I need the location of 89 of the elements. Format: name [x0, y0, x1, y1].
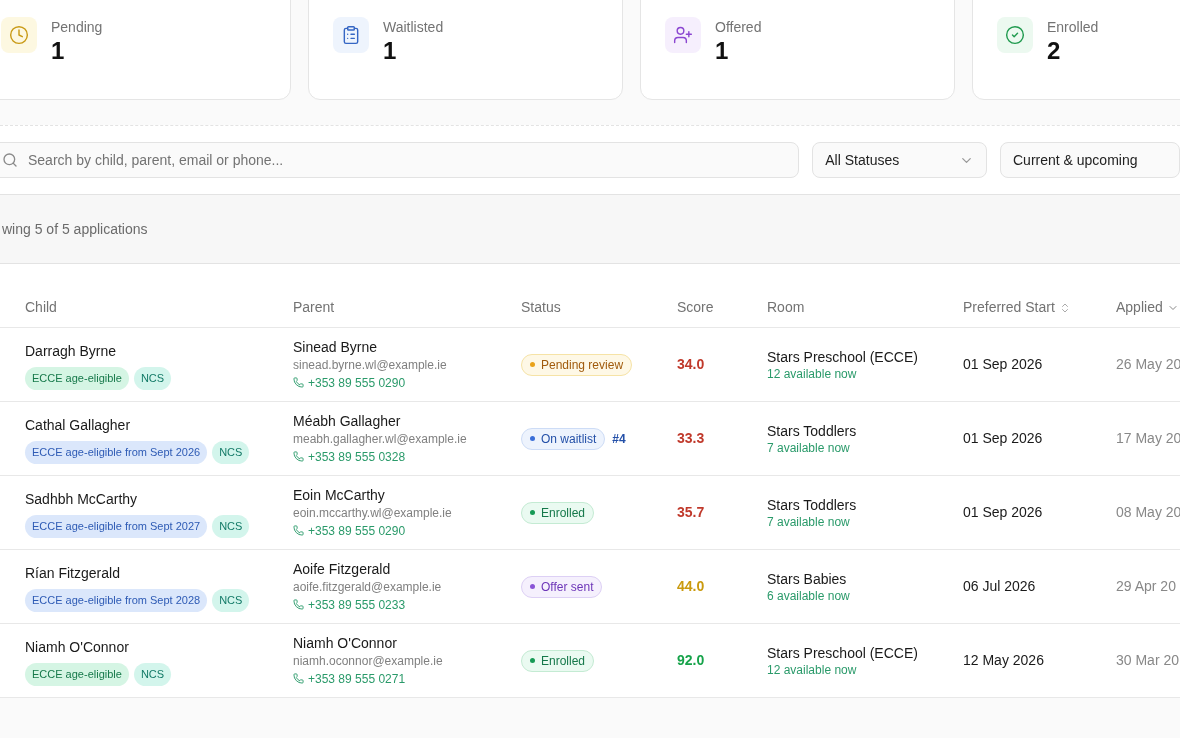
- user-plus-icon: [665, 17, 701, 53]
- score: 34.0: [677, 355, 706, 374]
- applied-date: 29 Apr 20: [1116, 577, 1177, 596]
- room-name: Stars Toddlers: [767, 421, 858, 440]
- parent-name: Niamh O'Connor: [293, 633, 398, 652]
- tag: ECCE age-eligible from Sept 2026: [25, 441, 208, 464]
- status-badge: Enrolled: [521, 649, 595, 672]
- parent-name: Méabh Gallagher: [293, 411, 402, 430]
- room-name: Stars Preschool (ECCE): [767, 347, 919, 366]
- phone-icon: [293, 451, 304, 462]
- status-badge: On waitlist: [521, 427, 606, 450]
- stat-label: Enrolled: [1047, 18, 1099, 37]
- status-select[interactable]: All Statuses: [812, 142, 987, 178]
- parent-name: Eoin McCarthy: [293, 485, 386, 504]
- column-header: Child: [25, 298, 57, 317]
- parent-phone[interactable]: +353 89 555 0290: [308, 521, 406, 540]
- search-field[interactable]: Search by child, parent, email or phone...: [0, 142, 800, 178]
- room-availability: 6 available now: [767, 587, 851, 604]
- parent-email: niamh.oconnor@example.ie: [293, 652, 444, 670]
- start-date: 12 May 2026: [963, 651, 1045, 670]
- parent-email: sinead.byrne.wl@example.ie: [293, 356, 448, 374]
- column-header: Score: [677, 298, 714, 317]
- parent-phone[interactable]: +353 89 555 0328: [308, 447, 406, 466]
- clock-icon: [1, 17, 37, 53]
- parent-name: Aoife Fitzgerald: [293, 559, 392, 578]
- child-name: Niamh O'Connor: [25, 638, 130, 658]
- results-count: wing 5 of 5 applications: [2, 219, 148, 239]
- room-name: Stars Preschool (ECCE): [767, 643, 919, 662]
- child-name: Rían Fitzgerald: [25, 564, 121, 584]
- start-date: 06 Jul 2026: [963, 577, 1037, 596]
- tag: ECCE age-eligible: [25, 367, 129, 390]
- column-header: Room: [767, 298, 805, 317]
- column-header: Status: [521, 298, 561, 317]
- room-name: Stars Toddlers: [767, 495, 858, 514]
- tag: ECCE age-eligible: [25, 663, 129, 686]
- stat-label: Pending: [51, 18, 103, 37]
- child-name: Darragh Byrne: [25, 342, 118, 362]
- tag: NCS: [133, 663, 172, 686]
- phone-icon: [293, 673, 304, 684]
- clipboard-icon: [333, 17, 369, 53]
- parent-name: Sinead Byrne: [293, 337, 379, 356]
- parent-phone[interactable]: +353 89 555 0233: [308, 595, 406, 614]
- score: 33.3: [677, 429, 706, 448]
- room-availability: 7 available now: [767, 439, 851, 456]
- start-date: 01 Sep 2026: [963, 429, 1044, 448]
- tag: ECCE age-eligible from Sept 2028: [25, 589, 208, 612]
- applied-date: 26 May 20: [1116, 355, 1180, 374]
- phone-icon: [293, 525, 304, 536]
- status-badge: Pending review: [521, 353, 633, 376]
- room-availability: 12 available now: [767, 661, 858, 678]
- child-name: Cathal Gallagher: [25, 416, 132, 436]
- score: 44.0: [677, 577, 706, 596]
- phone-icon: [293, 599, 304, 610]
- waitlist-position: #4: [612, 430, 626, 448]
- start-date: 01 Sep 2026: [963, 355, 1044, 374]
- phone-icon: [293, 377, 304, 388]
- stat-value: 1: [715, 37, 730, 65]
- child-name: Sadhbh McCarthy: [25, 490, 139, 510]
- score: 92.0: [677, 651, 706, 670]
- start-date: 01 Sep 2026: [963, 503, 1044, 522]
- column-header: Parent: [293, 298, 335, 317]
- applied-date: 08 May 20: [1116, 503, 1180, 522]
- parent-phone[interactable]: +353 89 555 0271: [308, 669, 406, 688]
- stat-label: Waitlisted: [383, 18, 444, 37]
- applied-date: 17 May 20: [1116, 429, 1180, 448]
- tag: ECCE age-eligible from Sept 2027: [25, 515, 208, 538]
- score: 35.7: [677, 503, 706, 522]
- tag: NCS: [212, 515, 250, 538]
- column-header[interactable]: Applied: [1116, 297, 1163, 318]
- stat-value: 1: [383, 37, 398, 65]
- status-badge: Offer sent: [521, 575, 603, 598]
- tag: NCS: [212, 441, 250, 464]
- stat-value: 1: [51, 37, 66, 65]
- stat-label: Offered: [715, 18, 762, 37]
- column-header[interactable]: Preferred Start: [963, 297, 1055, 318]
- period-select[interactable]: Current & upcoming: [1000, 142, 1180, 178]
- parent-email: meabh.gallagher.wl@example.ie: [293, 430, 468, 448]
- search-icon: [2, 152, 18, 168]
- tag: NCS: [212, 589, 250, 612]
- stat-value: 2: [1047, 37, 1062, 65]
- parent-email: eoin.mccarthy.wl@example.ie: [293, 504, 453, 522]
- applied-date: 30 Mar 20: [1116, 651, 1180, 670]
- room-name: Stars Babies: [767, 569, 848, 588]
- status-badge: Enrolled: [521, 501, 595, 524]
- parent-phone[interactable]: +353 89 555 0290: [308, 373, 406, 392]
- tag: NCS: [133, 367, 172, 390]
- room-availability: 7 available now: [767, 513, 851, 530]
- parent-email: aoife.fitzgerald@example.ie: [293, 578, 443, 596]
- room-availability: 12 available now: [767, 365, 858, 382]
